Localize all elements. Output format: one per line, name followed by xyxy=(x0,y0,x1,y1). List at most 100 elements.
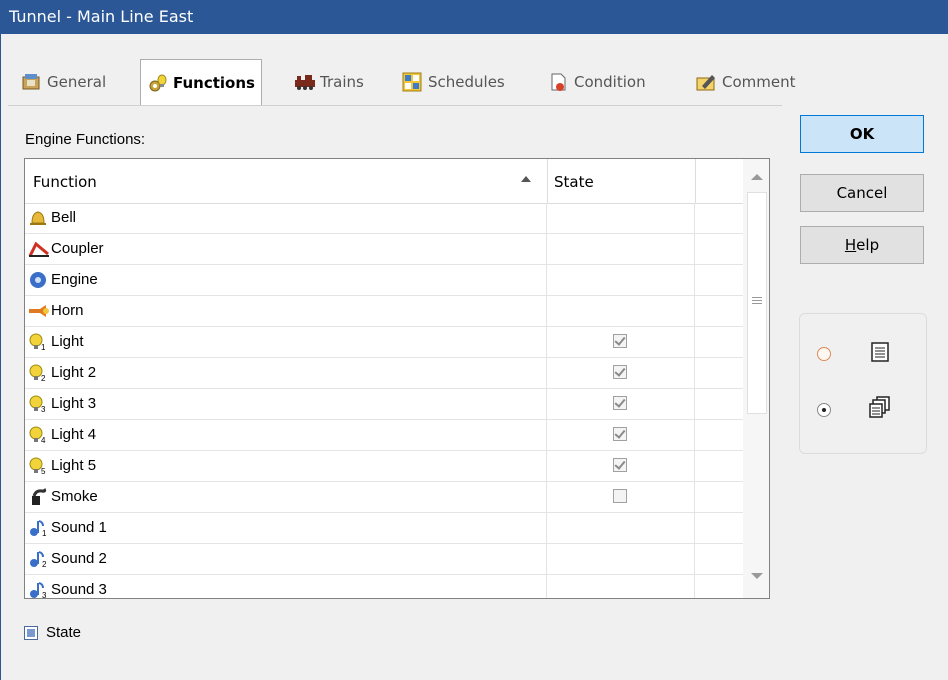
light-3-icon: 3 xyxy=(28,395,48,414)
smoke-icon xyxy=(28,488,48,506)
state-cell xyxy=(547,420,695,450)
svg-text:5: 5 xyxy=(41,467,46,475)
function-cell: Coupler xyxy=(25,234,547,264)
list-view-radio[interactable] xyxy=(817,347,831,361)
column-header-filler xyxy=(695,159,744,204)
table-row[interactable]: 3 Light 3 xyxy=(25,389,743,420)
list-view-icon xyxy=(870,341,890,367)
state-checkbox[interactable] xyxy=(613,365,627,379)
tab-comment-label: Comment xyxy=(722,73,796,91)
state-checkbox[interactable] xyxy=(613,334,627,348)
comment-icon xyxy=(696,72,716,92)
tab-functions[interactable]: Functions xyxy=(140,59,262,106)
tab-general[interactable]: General xyxy=(21,59,106,105)
state-legend-swatch xyxy=(24,625,38,640)
engine-functions-label: Engine Functions: xyxy=(25,131,146,148)
scroll-down-icon[interactable] xyxy=(751,573,763,579)
tab-comment[interactable]: Comment xyxy=(696,59,796,105)
function-cell: 2 Sound 2 xyxy=(25,544,547,574)
tab-schedules[interactable]: Schedules xyxy=(402,59,505,105)
help-button-accelerator: H xyxy=(844,236,857,254)
table-row[interactable]: Horn xyxy=(25,296,743,327)
detail-view-radio[interactable] xyxy=(817,403,831,417)
function-name: Light 4 xyxy=(51,426,97,443)
function-cell: 3 Light 3 xyxy=(25,389,547,419)
function-cell: Smoke xyxy=(25,482,547,512)
light-5-icon: 5 xyxy=(28,457,48,476)
svg-text:2: 2 xyxy=(42,560,47,568)
function-cell: Horn xyxy=(25,296,547,326)
light-1-icon: 1 xyxy=(28,333,48,352)
window-frame xyxy=(0,34,1,680)
function-cell: 2 Light 2 xyxy=(25,358,547,388)
table-row[interactable]: 2 Light 2 xyxy=(25,358,743,389)
function-cell: Engine xyxy=(25,265,547,295)
state-cell xyxy=(547,575,695,598)
engine-icon xyxy=(28,271,48,289)
table-row[interactable]: 5 Light 5 xyxy=(25,451,743,482)
light-4-icon: 4 xyxy=(28,426,48,445)
state-checkbox[interactable] xyxy=(613,427,627,441)
scroll-grip-icon xyxy=(752,297,762,298)
tab-trains[interactable]: Trains xyxy=(294,59,364,105)
table-row[interactable]: Engine xyxy=(25,265,743,296)
table-row[interactable]: 4 Light 4 xyxy=(25,420,743,451)
state-checkbox[interactable] xyxy=(613,396,627,410)
function-cell: 4 Light 4 xyxy=(25,420,547,450)
table-row[interactable]: 1 Light xyxy=(25,327,743,358)
state-cell xyxy=(547,513,695,543)
state-cell xyxy=(547,327,695,357)
column-header-state[interactable]: State xyxy=(547,159,696,203)
sound-3-icon: 3 xyxy=(28,581,48,598)
help-button-label: elp xyxy=(856,236,880,254)
function-name: Light xyxy=(51,333,84,350)
table-row[interactable]: Coupler xyxy=(25,234,743,265)
tab-trains-label: Trains xyxy=(320,73,364,91)
condition-icon xyxy=(548,72,568,92)
function-name: Bell xyxy=(51,209,77,226)
function-cell: Bell xyxy=(25,203,547,233)
table-row[interactable]: Bell xyxy=(25,203,743,234)
table-row[interactable]: Smoke xyxy=(25,482,743,513)
ok-button[interactable]: OK xyxy=(800,115,924,153)
state-legend: State xyxy=(24,624,81,641)
state-cell xyxy=(547,358,695,388)
state-checkbox[interactable] xyxy=(613,489,627,503)
scroll-up-icon[interactable] xyxy=(751,174,763,180)
function-name: Smoke xyxy=(51,488,98,505)
cancel-button[interactable]: Cancel xyxy=(800,174,924,212)
trains-icon xyxy=(294,72,315,92)
svg-text:3: 3 xyxy=(41,405,46,413)
svg-text:1: 1 xyxy=(41,343,46,351)
functions-grid[interactable]: Function State Bell Coupler Engine Horn xyxy=(24,158,770,599)
function-name: Sound 3 xyxy=(51,581,107,598)
state-checkbox[interactable] xyxy=(613,458,627,472)
table-row[interactable]: 3 Sound 3 xyxy=(25,575,743,598)
coupler-icon xyxy=(28,240,49,258)
table-row[interactable]: 1 Sound 1 xyxy=(25,513,743,544)
window-title: Tunnel - Main Line East xyxy=(9,7,194,26)
table-row[interactable]: 2 Sound 2 xyxy=(25,544,743,575)
state-cell xyxy=(547,482,695,512)
function-cell: 1 Light xyxy=(25,327,547,357)
general-icon xyxy=(21,72,41,92)
horn-icon xyxy=(28,302,49,320)
function-name: Light 5 xyxy=(51,457,97,474)
tab-condition[interactable]: Condition xyxy=(548,59,646,105)
help-button[interactable]: Help xyxy=(800,226,924,264)
column-header-function-label: Function xyxy=(33,173,97,191)
scroll-thumb[interactable] xyxy=(747,192,767,414)
svg-text:1: 1 xyxy=(42,529,47,537)
sound-1-icon: 1 xyxy=(28,519,48,538)
column-header-function[interactable]: Function xyxy=(25,159,548,203)
functions-icon xyxy=(147,73,167,93)
grid-vertical-scrollbar[interactable] xyxy=(743,159,769,598)
state-cell xyxy=(547,234,695,264)
state-cell xyxy=(547,389,695,419)
window-title-bar[interactable]: Tunnel - Main Line East xyxy=(0,0,948,34)
light-2-icon: 2 xyxy=(28,364,48,383)
function-name: Sound 2 xyxy=(51,550,107,567)
grid-header: Function State xyxy=(25,159,744,204)
detail-view-icon xyxy=(869,396,891,422)
tab-condition-label: Condition xyxy=(574,73,646,91)
